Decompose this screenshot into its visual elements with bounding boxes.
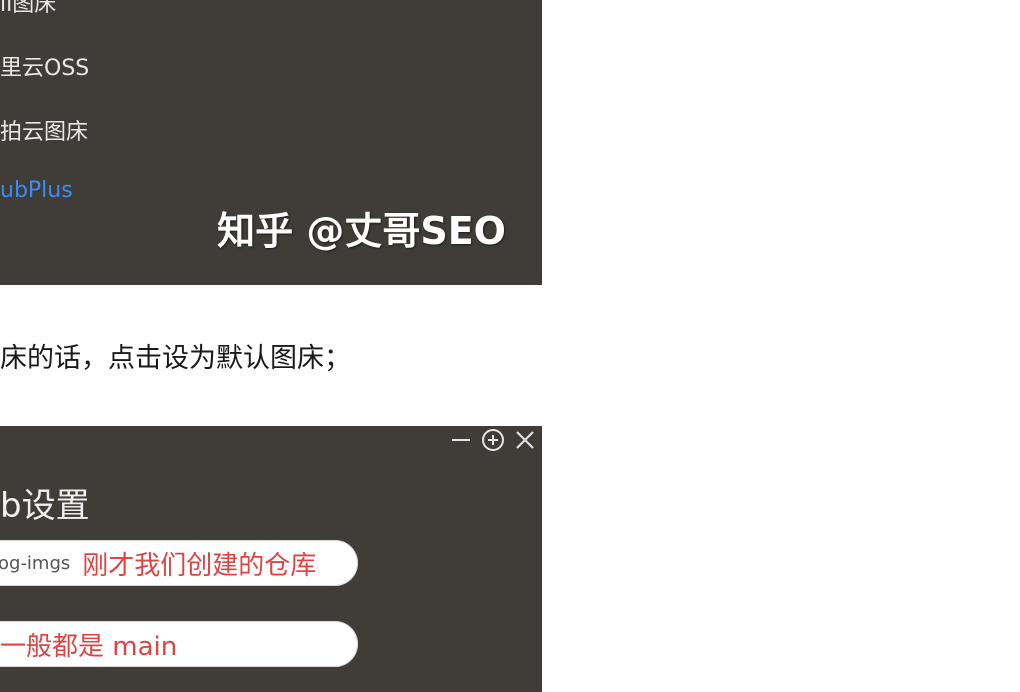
- menu-item-upyun[interactable]: 拍云图床: [0, 114, 88, 146]
- minus-icon[interactable]: [448, 427, 474, 453]
- menu-item-githubplus[interactable]: ubPlus: [0, 178, 73, 203]
- repo-annotation: 刚才我们创建的仓库: [82, 550, 317, 581]
- github-settings-panel: b设置 og-imgs 刚才我们创建的仓库 一般都是 main: [0, 426, 542, 692]
- menu-item-image-host[interactable]: ıl图床: [0, 0, 56, 18]
- close-icon[interactable]: [512, 427, 538, 453]
- instruction-text: 床的话，点击设为默认图床；: [0, 343, 351, 374]
- window-controls: [448, 426, 538, 454]
- branch-field[interactable]: 一般都是 main: [0, 621, 358, 667]
- zhihu-watermark: 知乎 @丈哥SEO: [217, 209, 506, 253]
- repo-field[interactable]: og-imgs 刚才我们创建的仓库: [0, 540, 358, 586]
- menu-item-aliyun-oss[interactable]: 里云OSS: [0, 50, 89, 82]
- circle-plus-icon[interactable]: [480, 427, 506, 453]
- branch-annotation: 一般都是 main: [0, 631, 178, 662]
- repo-value: og-imgs: [0, 552, 71, 574]
- settings-menu-panel: ıl图床 里云OSS 拍云图床 ubPlus 知乎 @丈哥SEO: [0, 0, 542, 285]
- github-settings-title: b设置: [0, 486, 90, 526]
